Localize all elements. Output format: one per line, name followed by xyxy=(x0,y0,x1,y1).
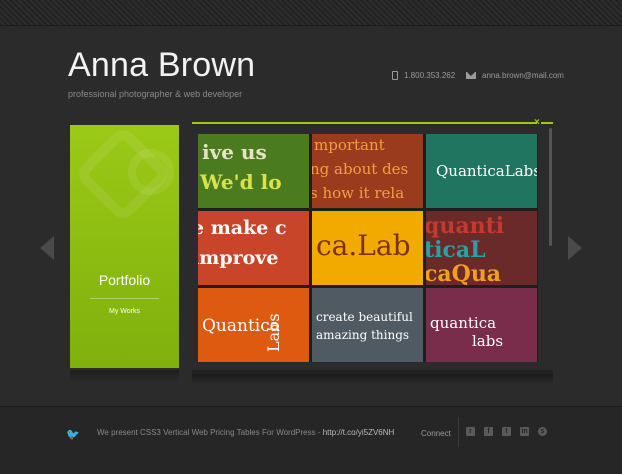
tile-text: improve xyxy=(198,247,279,269)
tile-text: QuanticaLabs xyxy=(436,162,537,180)
gallery-tile[interactable]: QuanticaLabs xyxy=(198,288,309,362)
linkedin-icon[interactable]: in xyxy=(520,427,529,436)
tile-text: caQua xyxy=(426,261,502,285)
gallery-tile[interactable]: quantica labs xyxy=(426,288,537,362)
tile-text: s how it rela xyxy=(312,184,405,202)
tile-text: Labs xyxy=(264,313,283,352)
email-contact[interactable]: anna.brown@mail.com xyxy=(466,71,564,80)
gallery-grid: ive us We'd lo mportant ng about des s how i… xyxy=(198,134,538,362)
facebook-icon[interactable]: f xyxy=(484,427,493,436)
tile-text: quantica xyxy=(430,314,497,332)
twitter-icon[interactable]: t xyxy=(502,427,511,436)
tile-text: We'd lo xyxy=(200,170,282,194)
tile-text: ticaL xyxy=(426,237,486,263)
next-arrow-icon[interactable] xyxy=(568,236,582,260)
close-icon[interactable]: × xyxy=(534,117,540,128)
tweet-text: We present CSS3 Vertical Web Pricing Tab… xyxy=(97,428,323,437)
footer-separator xyxy=(458,417,459,447)
mail-icon xyxy=(466,72,476,79)
gallery-tile[interactable]: quanti ticaL caQua xyxy=(426,211,537,285)
portfolio-title: Portfolio xyxy=(98,272,151,288)
gallery-tile[interactable]: ca.Lab xyxy=(312,211,423,285)
gallery-tile[interactable]: create beautiful amazing things xyxy=(312,288,423,362)
rss-icon[interactable]: r xyxy=(466,427,475,436)
twitter-bird-icon: 🐦 xyxy=(66,429,80,441)
divider xyxy=(90,298,159,299)
tile-text: e make c xyxy=(198,217,287,239)
latest-tweet: We present CSS3 Vertical Web Pricing Tab… xyxy=(97,428,394,437)
gallery-tile[interactable]: mportant ng about des s how it rela xyxy=(312,134,423,208)
gallery-top-line xyxy=(192,122,537,124)
tile-text: mportant xyxy=(314,136,385,154)
prev-arrow-icon[interactable] xyxy=(40,236,54,260)
panel-shadow xyxy=(70,370,179,382)
footer: 🐦 We present CSS3 Vertical Web Pricing T… xyxy=(0,406,622,474)
site-tagline: professional photographer & web develope… xyxy=(68,89,243,99)
skype-icon[interactable]: s xyxy=(538,427,547,436)
gallery-scrollbar[interactable] xyxy=(549,128,552,246)
gallery-tile[interactable]: QuanticaLabs xyxy=(426,134,537,208)
tile-text: quanti xyxy=(426,213,505,239)
gallery-tile[interactable]: e make c improve xyxy=(198,211,309,285)
portfolio-subtitle: My Works xyxy=(109,308,140,315)
gallery-shadow xyxy=(192,374,553,384)
site-title[interactable]: Anna Brown xyxy=(68,46,255,85)
tile-text: labs xyxy=(472,332,504,350)
phone-contact: 1.800.353.262 xyxy=(392,71,455,80)
phone-number: 1.800.353.262 xyxy=(404,71,456,80)
ring-decoration xyxy=(128,149,174,195)
phone-icon xyxy=(392,71,398,80)
top-texture-strip xyxy=(0,0,622,26)
email-address[interactable]: anna.brown@mail.com xyxy=(482,71,564,80)
gallery-tile[interactable]: ive us We'd lo xyxy=(198,134,309,208)
tile-text: amazing things xyxy=(316,328,410,342)
tweet-link[interactable]: http://t.co/yi5ZV6NH xyxy=(323,428,395,437)
tile-text: create beautiful xyxy=(316,310,413,324)
gallery-line-end xyxy=(541,122,553,124)
tile-text: ng about des xyxy=(312,160,409,178)
tile-text: ca.Lab xyxy=(316,229,411,262)
portfolio-panel[interactable]: Portfolio My Works xyxy=(70,124,179,368)
connect-label: Connect xyxy=(421,429,451,438)
tile-text: ive us xyxy=(202,140,267,164)
